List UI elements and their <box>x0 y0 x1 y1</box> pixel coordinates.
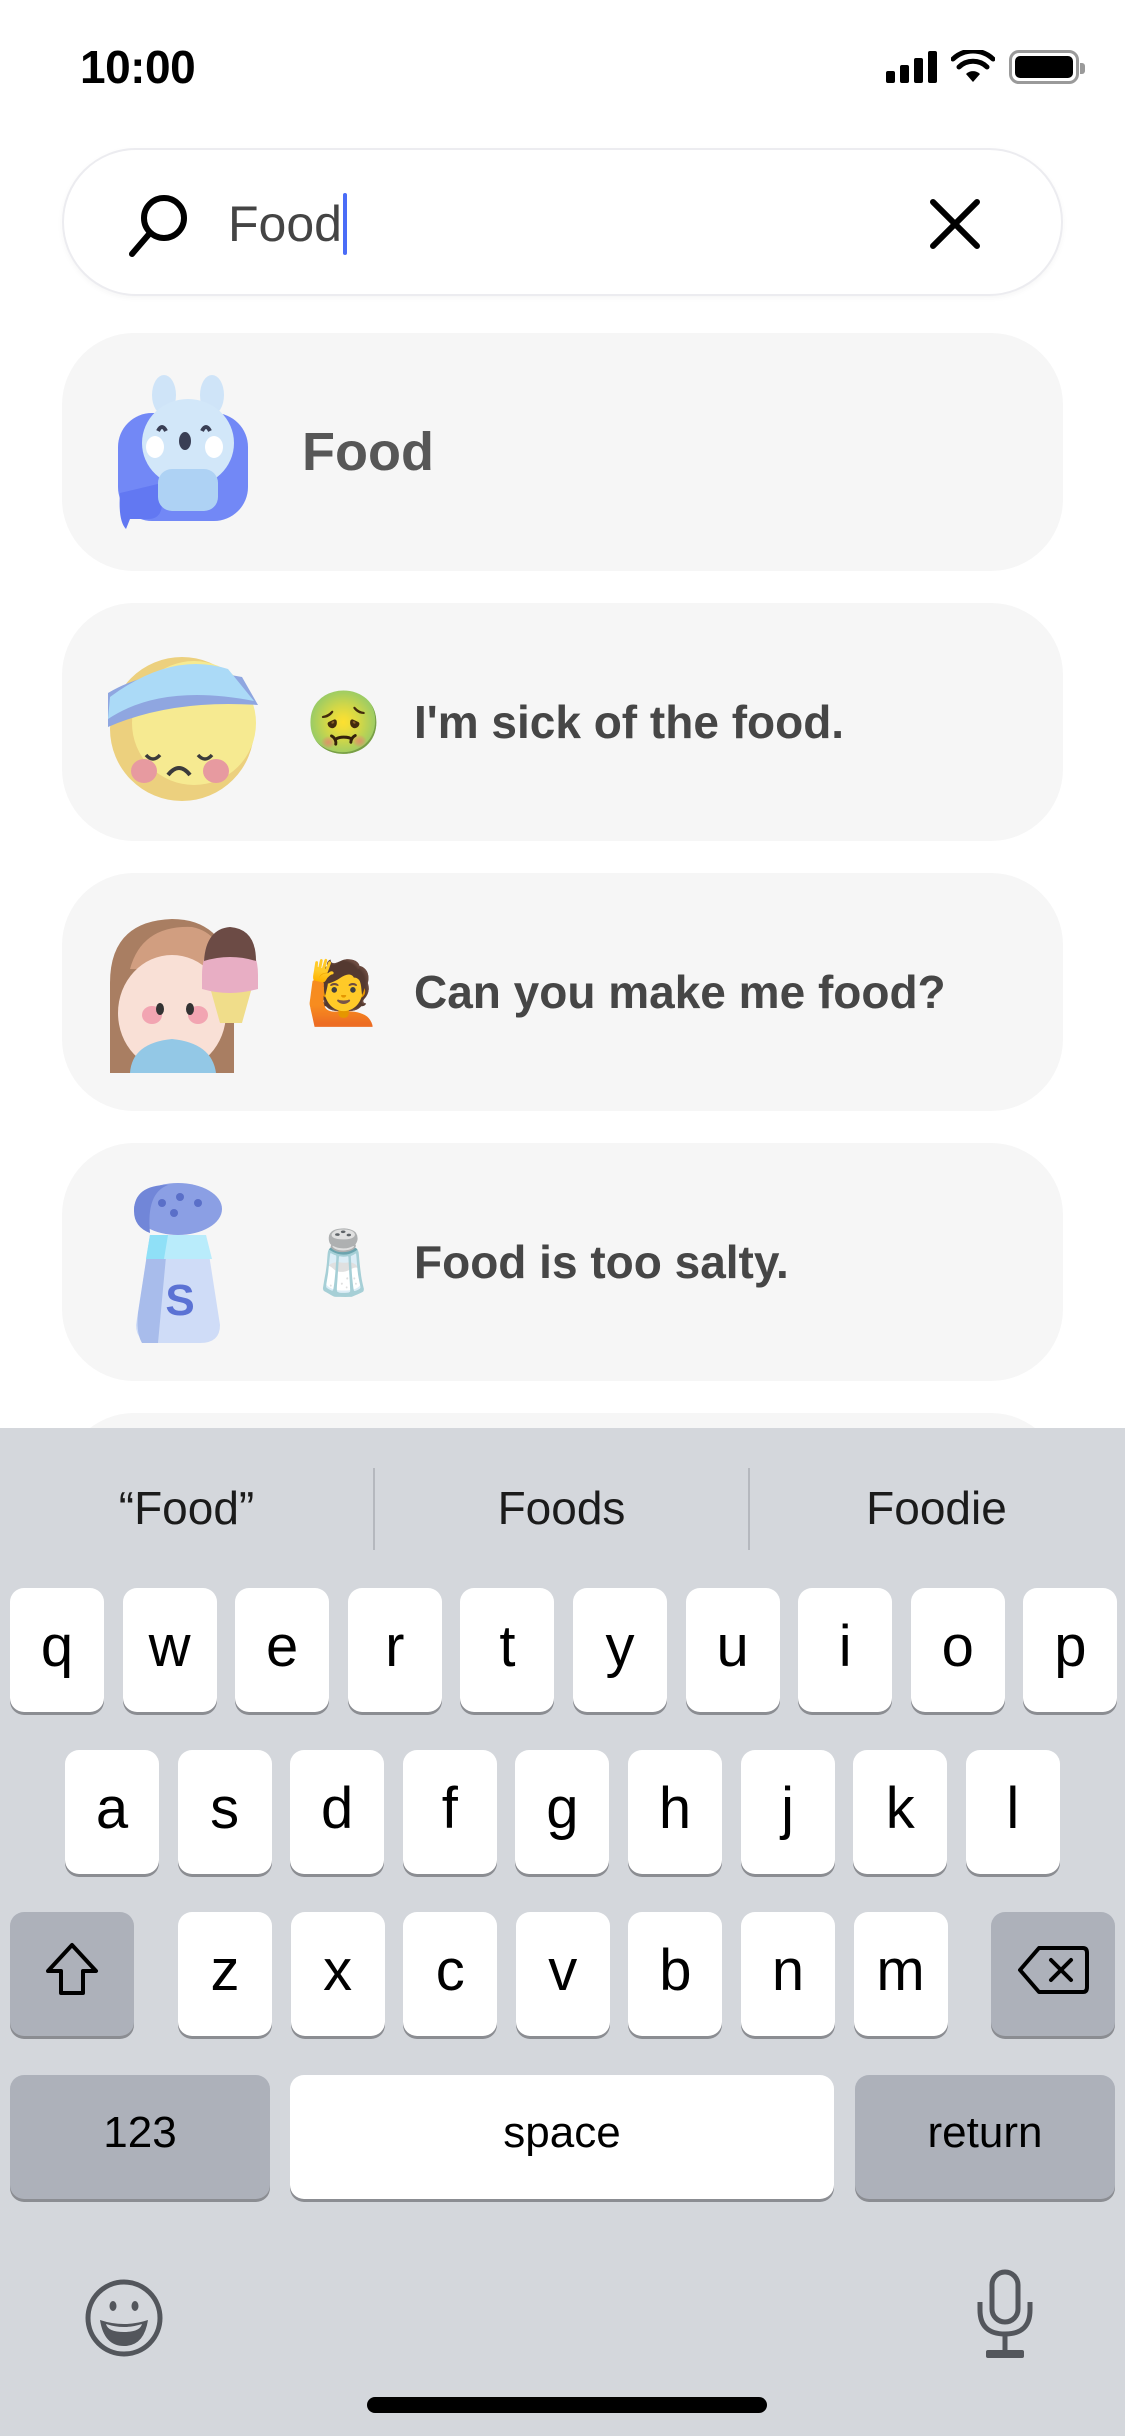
result-label: Can you make me food? <box>414 966 946 1018</box>
suggestion-item[interactable]: “Food” <box>0 1428 373 1588</box>
nauseated-face-icon: 🤢 <box>305 686 383 759</box>
search-input[interactable]: Food <box>228 186 347 262</box>
key-x[interactable]: x <box>290 1912 385 2036</box>
bunny-sticker-icon <box>118 375 248 529</box>
key-h[interactable]: h <box>628 1750 722 1874</box>
key-d[interactable]: d <box>290 1750 385 1874</box>
key-r[interactable]: r <box>347 1588 442 1712</box>
result-card[interactable]: Food <box>62 333 1063 571</box>
close-icon[interactable] <box>925 194 985 254</box>
girl-with-ice-cream-sticker-icon <box>110 919 258 1073</box>
result-label: Food <box>302 422 434 482</box>
search-icon <box>129 195 187 257</box>
wifi-icon <box>951 50 995 82</box>
key-y[interactable]: y <box>573 1588 667 1712</box>
key-l[interactable]: l <box>965 1750 1060 1874</box>
cellular-signal-icon <box>886 51 937 83</box>
suggestion-item[interactable]: Foods <box>375 1428 748 1588</box>
emoji-keyboard-icon[interactable] <box>84 2278 164 2358</box>
predictive-suggestions: “Food” Foods Foodie <box>0 1428 1125 1588</box>
result-card[interactable]: 🙋 Can you make me food? <box>62 873 1063 1111</box>
search-input-value: Food <box>228 196 342 252</box>
key-f[interactable]: f <box>402 1750 497 1874</box>
key-v[interactable]: v <box>515 1912 610 2036</box>
key-m[interactable]: m <box>853 1912 948 2036</box>
suggestion-item[interactable]: Foodie <box>750 1428 1123 1588</box>
keyboard: “Food” Foods Foodie qwertyuiop asdfghjkl… <box>0 1428 1125 2436</box>
key-w[interactable]: w <box>122 1588 217 1712</box>
result-card[interactable]: S 🧂 Food is too salty. <box>62 1143 1063 1381</box>
key-k[interactable]: k <box>853 1750 948 1874</box>
salt-shaker-sticker-icon: S <box>134 1183 222 1343</box>
key-s[interactable]: s <box>177 1750 272 1874</box>
bandaged-sad-face-sticker-icon <box>108 657 258 801</box>
battery-icon <box>1009 50 1085 84</box>
key-t[interactable]: t <box>460 1588 555 1712</box>
shift-icon <box>46 1943 98 1995</box>
key-u[interactable]: u <box>685 1588 780 1712</box>
key-b[interactable]: b <box>628 1912 723 2036</box>
status-icons <box>886 50 1085 84</box>
microphone-icon[interactable] <box>970 2268 1040 2362</box>
key-j[interactable]: j <box>740 1750 835 1874</box>
result-label: Food is too salty. <box>414 1236 789 1288</box>
key-i[interactable]: i <box>798 1588 893 1712</box>
status-time: 10:00 <box>80 41 196 93</box>
result-label: I'm sick of the food. <box>414 696 845 748</box>
result-card[interactable]: 🤢 I'm sick of the food. <box>62 603 1063 841</box>
key-p[interactable]: p <box>1023 1588 1118 1712</box>
key-e[interactable]: e <box>235 1588 330 1712</box>
key-z[interactable]: z <box>178 1912 272 2036</box>
key-n[interactable]: n <box>741 1912 835 2036</box>
key-o[interactable]: o <box>910 1588 1005 1712</box>
home-indicator[interactable] <box>367 2397 767 2413</box>
return-key[interactable]: return <box>855 2075 1115 2199</box>
text-caret <box>342 193 347 255</box>
backspace-icon <box>1018 1946 1089 1994</box>
numbers-key[interactable]: 123 <box>10 2075 270 2199</box>
search-bar[interactable]: Food <box>62 148 1063 296</box>
key-g[interactable]: g <box>515 1750 610 1874</box>
delete-key[interactable] <box>991 1912 1115 2036</box>
key-q[interactable]: q <box>10 1588 104 1712</box>
shift-key[interactable] <box>10 1912 134 2036</box>
key-c[interactable]: c <box>403 1912 498 2036</box>
person-raising-hand-icon: 🙋 <box>305 956 383 1029</box>
svg-text:S: S <box>165 1276 194 1325</box>
salt-icon: 🧂 <box>305 1226 383 1299</box>
key-a[interactable]: a <box>65 1750 159 1874</box>
space-key[interactable]: space <box>290 2075 834 2199</box>
